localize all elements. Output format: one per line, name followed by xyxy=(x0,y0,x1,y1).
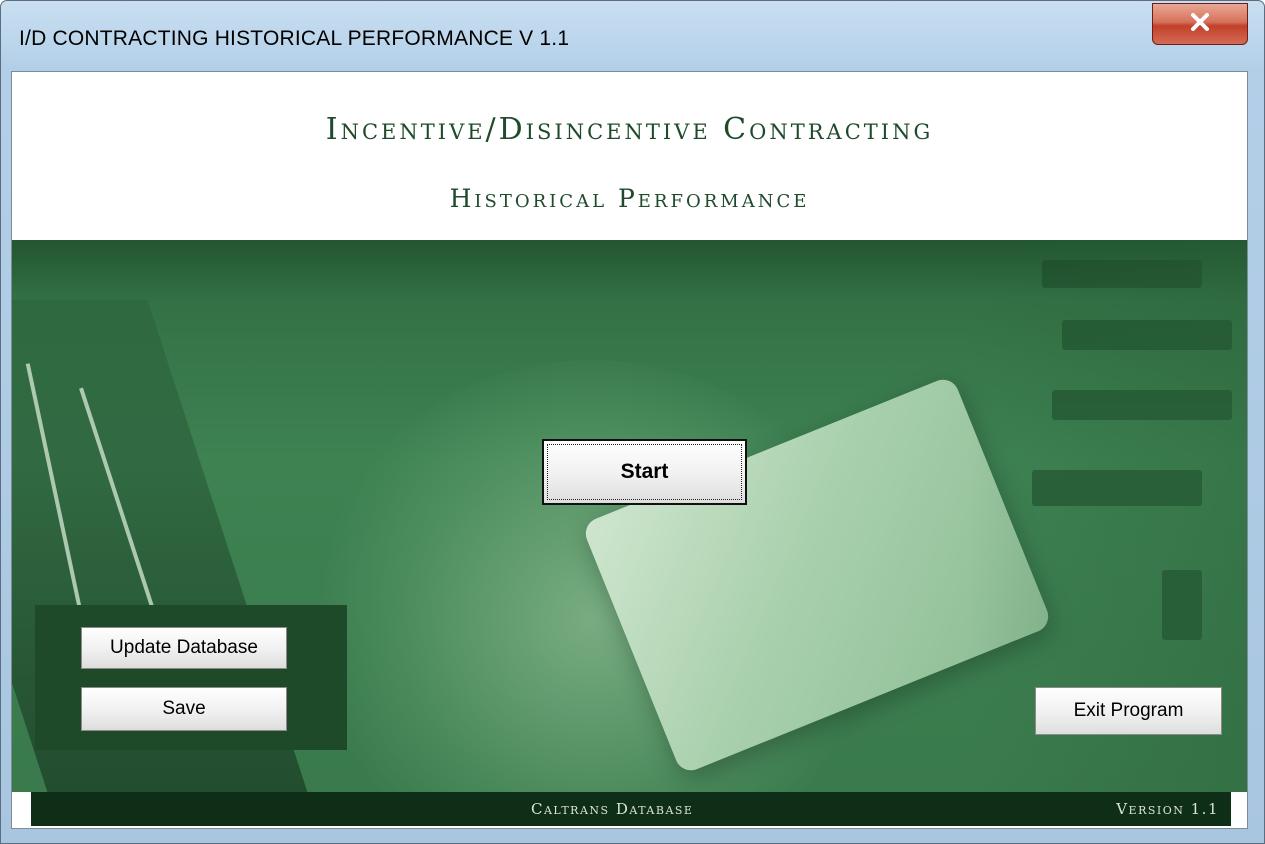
version-label: Version 1.1 xyxy=(1116,800,1219,818)
header-title: Incentive/Disincentive Contracting xyxy=(325,112,934,147)
app-window: I/D CONTRACTING HISTORICAL PERFORMANCE V… xyxy=(0,0,1265,844)
footer-caption: Caltrans Database xyxy=(531,800,694,818)
save-button[interactable]: Save xyxy=(81,687,287,731)
close-button[interactable] xyxy=(1152,3,1248,45)
window-title: I/D CONTRACTING HISTORICAL PERFORMANCE V… xyxy=(19,27,570,50)
footer-bar: Caltrans Database Version 1.1 xyxy=(31,792,1231,826)
title-bar[interactable]: I/D CONTRACTING HISTORICAL PERFORMANCE V… xyxy=(1,1,1264,69)
close-icon xyxy=(1189,12,1211,37)
exit-program-button[interactable]: Exit Program xyxy=(1035,687,1222,735)
client-area: Incentive/Disincentive Contracting Histo… xyxy=(11,71,1248,829)
update-database-button[interactable]: Update Database xyxy=(81,627,287,669)
start-button[interactable]: Start xyxy=(542,439,747,505)
header-subtitle: Historical Performance xyxy=(449,184,810,213)
header-banner: Incentive/Disincentive Contracting Histo… xyxy=(12,72,1247,240)
